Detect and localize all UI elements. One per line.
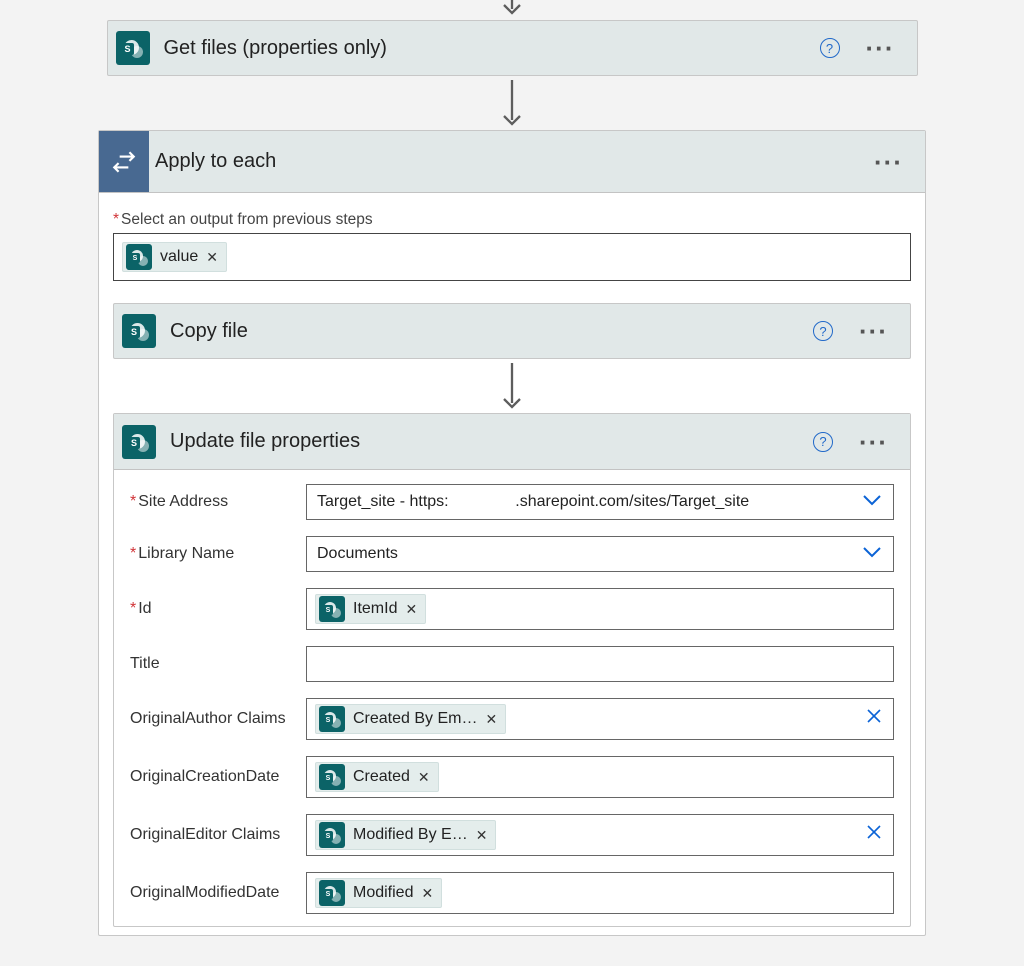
token-remove-icon[interactable]: ✕ [483, 711, 499, 728]
action-title: Update file properties [164, 430, 813, 453]
action-title: Apply to each [149, 150, 874, 173]
action-update-file-properties: S Update file properties ? ··· *Site Add [113, 413, 911, 927]
token-remove-icon[interactable]: ✕ [403, 601, 419, 618]
token-created-by-email[interactable]: S Created By Em… ✕ [315, 704, 506, 734]
sharepoint-icon: S [114, 304, 164, 358]
library-name-select[interactable]: Documents [306, 536, 894, 572]
original-modified-field[interactable]: S Modified ✕ [306, 872, 894, 914]
site-address-select[interactable]: Target_site - https: .sharepoint.com/sit… [306, 484, 894, 520]
output-field-label: *Select an output from previous steps [113, 211, 911, 229]
sharepoint-icon: S [114, 414, 164, 469]
action-title: Copy file [164, 320, 813, 343]
more-icon[interactable]: ··· [874, 158, 903, 166]
apply-to-each-header[interactable]: Apply to each ··· [99, 131, 925, 193]
field-label: OriginalModifiedDate [130, 884, 306, 902]
sharepoint-icon: S [108, 21, 158, 75]
original-creation-field[interactable]: S Created ✕ [306, 756, 894, 798]
original-editor-field[interactable]: S Modified By E… ✕ [306, 814, 894, 856]
field-label: OriginalAuthor Claims [130, 710, 306, 728]
token-modified-by-email[interactable]: S Modified By E… ✕ [315, 820, 496, 850]
row-library-name: *Library Name Documents [130, 536, 894, 572]
more-icon[interactable]: ··· [859, 438, 888, 446]
row-title: Title [130, 646, 894, 682]
chevron-down-icon[interactable] [861, 493, 883, 512]
connector-arrow-in [0, 0, 1024, 20]
more-icon[interactable]: ··· [859, 327, 888, 335]
token-remove-icon[interactable]: ✕ [474, 827, 490, 844]
row-original-editor: OriginalEditor Claims S Modified By E… ✕ [130, 814, 894, 856]
field-label: OriginalCreationDate [130, 768, 306, 786]
token-remove-icon[interactable]: ✕ [416, 769, 432, 786]
field-label: *Library Name [130, 545, 306, 563]
row-id: *Id S ItemId ✕ [130, 588, 894, 630]
token-created[interactable]: S Created ✕ [315, 762, 439, 792]
chevron-down-icon[interactable] [861, 545, 883, 564]
clear-field-icon[interactable] [865, 823, 887, 847]
action-copy-file[interactable]: S Copy file ? ··· [113, 303, 911, 359]
action-get-files[interactable]: S Get files (properties only) ? ··· [107, 20, 918, 76]
token-remove-icon[interactable]: ✕ [419, 885, 435, 902]
help-icon[interactable]: ? [813, 321, 833, 341]
connector-arrow [113, 359, 911, 413]
row-site-address: *Site Address Target_site - https: .shar… [130, 484, 894, 520]
more-icon[interactable]: ··· [866, 44, 895, 52]
id-field[interactable]: S ItemId ✕ [306, 588, 894, 630]
original-author-field[interactable]: S Created By Em… ✕ [306, 698, 894, 740]
action-title: Get files (properties only) [158, 37, 820, 60]
row-original-creation-date: OriginalCreationDate S Created ✕ [130, 756, 894, 798]
clear-field-icon[interactable] [865, 707, 887, 731]
field-label: *Id [130, 600, 306, 618]
row-original-modified-date: OriginalModifiedDate S Modified ✕ [130, 872, 894, 914]
update-file-header[interactable]: S Update file properties ? ··· [114, 414, 910, 470]
action-apply-to-each: Apply to each ··· *Select an output from… [98, 130, 926, 936]
output-field[interactable]: S value ✕ [113, 233, 911, 281]
field-label: Title [130, 655, 306, 673]
row-original-author: OriginalAuthor Claims S Created By Em… ✕ [130, 698, 894, 740]
help-icon[interactable]: ? [820, 38, 840, 58]
loop-icon [99, 131, 149, 192]
token-modified[interactable]: S Modified ✕ [315, 878, 442, 908]
field-label: *Site Address [130, 493, 306, 511]
help-icon[interactable]: ? [813, 432, 833, 452]
connector-arrow [0, 76, 1024, 130]
title-field[interactable] [306, 646, 894, 682]
token-value[interactable]: S value ✕ [122, 242, 227, 272]
token-itemid[interactable]: S ItemId ✕ [315, 594, 426, 624]
field-label: OriginalEditor Claims [130, 826, 306, 844]
token-remove-icon[interactable]: ✕ [204, 249, 220, 266]
